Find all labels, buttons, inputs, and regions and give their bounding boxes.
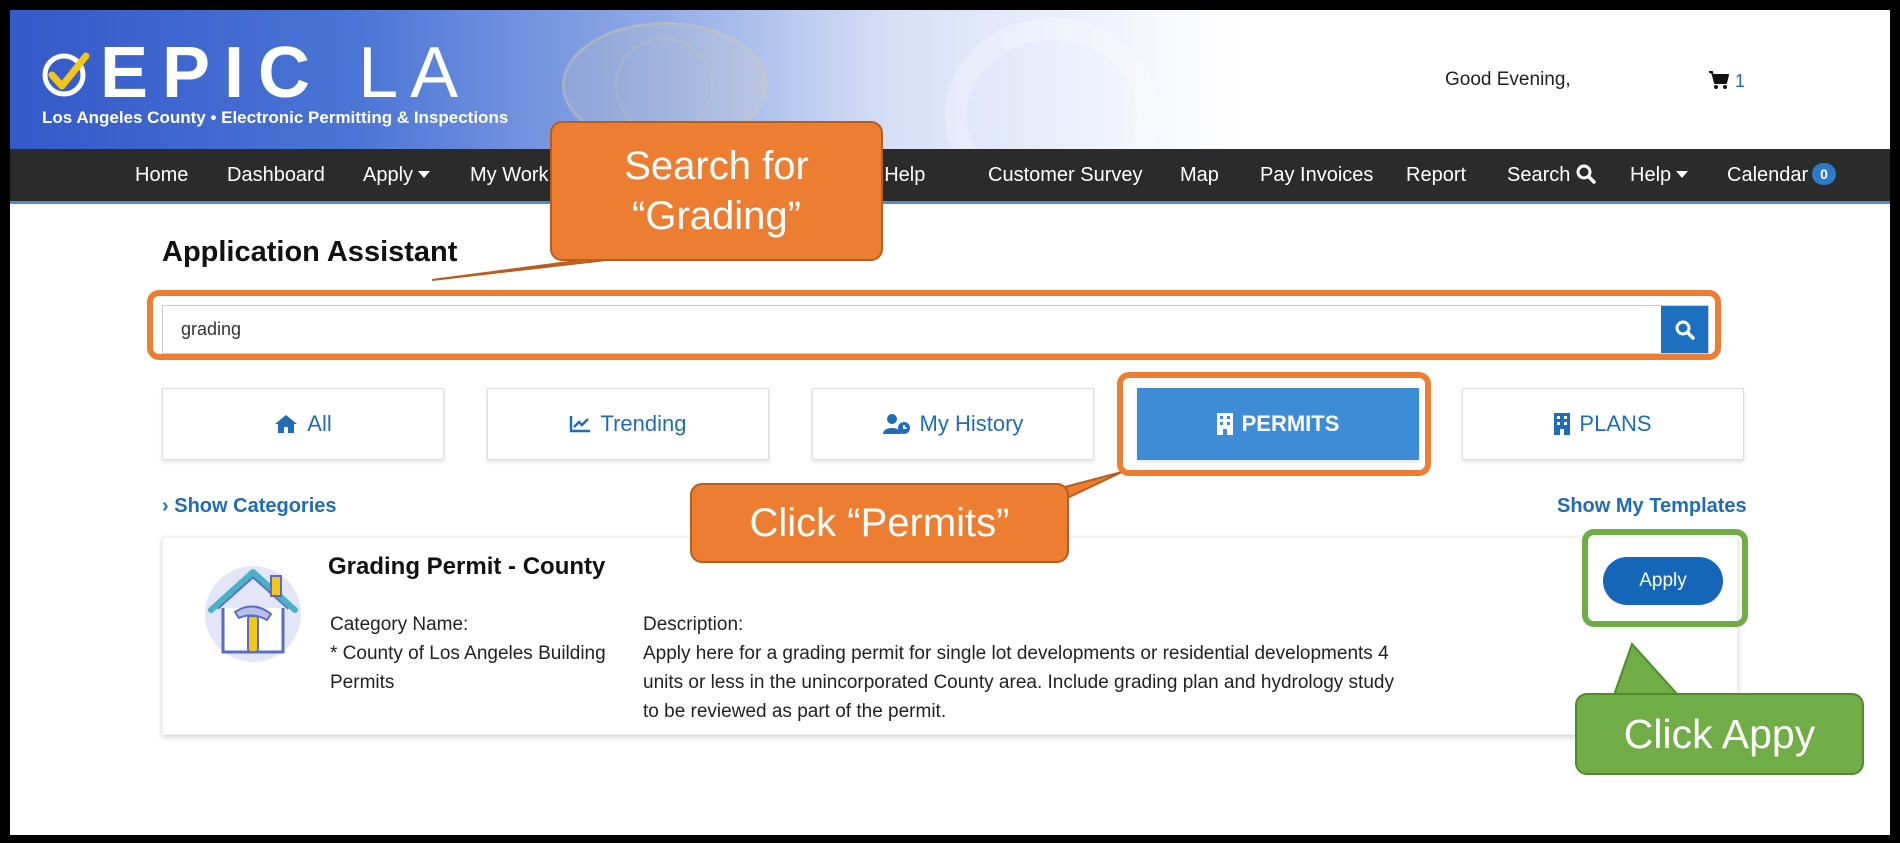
- search-callout: Search for “Grading”: [550, 121, 883, 261]
- apply-highlight-box: [1582, 529, 1748, 627]
- search-callout-line1: Search for: [624, 144, 809, 188]
- permits-callout: Click “Permits”: [690, 483, 1069, 563]
- apply-callout: Click Appy: [1575, 693, 1864, 775]
- screenshot-frame: EPIC LA Los Angeles County • Electronic …: [10, 10, 1890, 835]
- search-highlight-box: [147, 290, 1721, 360]
- search-callout-line2: “Grading”: [632, 194, 801, 238]
- apply-callout-pointer: [1612, 642, 1681, 696]
- permits-highlight-box: [1117, 372, 1431, 476]
